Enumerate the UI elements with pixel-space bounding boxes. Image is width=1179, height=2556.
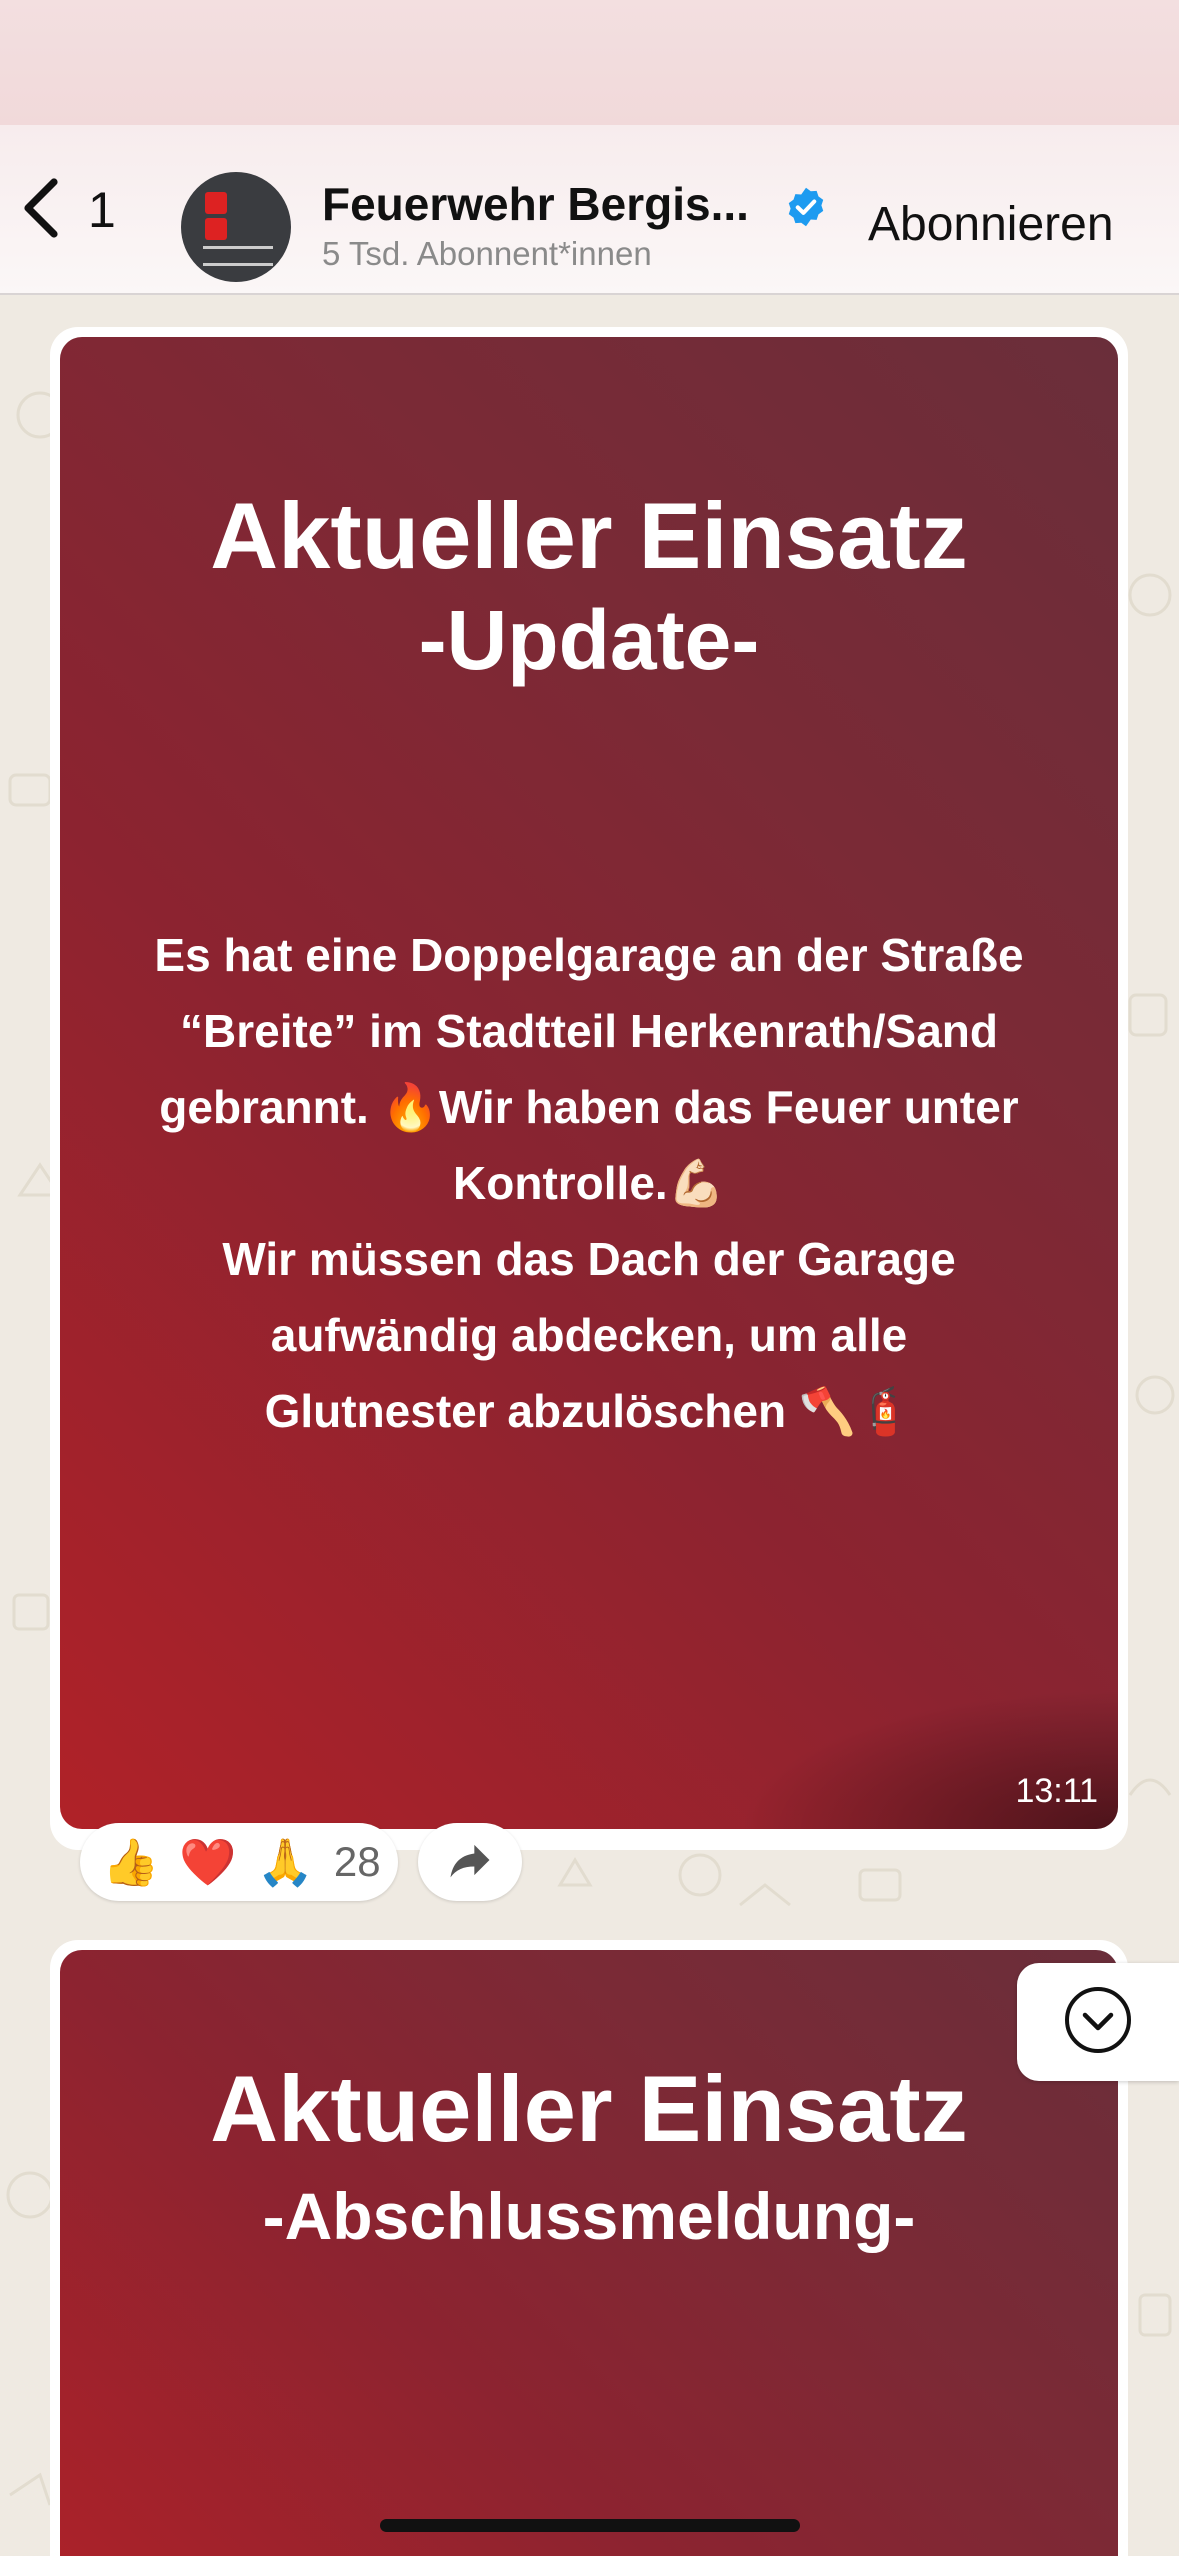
thumbs-up-reaction: 👍 (102, 1836, 160, 1888)
home-indicator[interactable] (380, 2519, 800, 2532)
post-body-line: “Breite” im Stadtteil Herkenrath/Sand (180, 1005, 998, 1057)
post-body-line: Kontrolle.💪🏻 (453, 1157, 725, 1209)
status-bar (0, 0, 1179, 125)
subscriber-count: 5 Tsd. Abonnent*innen (322, 235, 652, 272)
unread-count: 1 (88, 182, 116, 238)
post-body-line: Glutnester abzulöschen 🪓🧯 (264, 1385, 914, 1437)
post-body-line: Wir müssen das Dach der Garage (222, 1233, 956, 1285)
post-body-line: aufwändig abdecken, um alle (270, 1309, 908, 1361)
heart-reaction: ❤️ (179, 1836, 237, 1888)
scroll-to-bottom-button[interactable] (1017, 1963, 1179, 2081)
logo-mark-top (205, 192, 227, 214)
chevron-left-icon (18, 176, 66, 245)
post-body-line: Es hat eine Doppelgarage an der Straße (154, 929, 1024, 981)
post-title: Aktueller Einsatz (210, 2056, 968, 2161)
channel-header: 1 Feuerwehr Bergis... 5 Tsd. Abonnent*in… (0, 125, 1179, 295)
chat-area[interactable]: Aktueller Einsatz -Update- Es hat eine D… (0, 295, 1179, 2556)
channel-name[interactable]: Feuerwehr Bergis... (322, 177, 749, 231)
forward-arrow-icon (444, 1834, 496, 1891)
logo-mark-bottom (205, 218, 227, 240)
subscribe-button[interactable]: Abonnieren (868, 197, 1114, 252)
post-image[interactable]: Aktueller Einsatz -Abschlussmeldung- (60, 1950, 1118, 2556)
post-subtitle: -Abschlussmeldung- (262, 2179, 916, 2253)
reaction-count: 28 (333, 1838, 381, 1885)
verified-badge-icon (784, 185, 828, 229)
post-title: Aktueller Einsatz (210, 483, 968, 588)
channel-post[interactable]: Aktueller Einsatz -Update- Es hat eine D… (50, 327, 1128, 1850)
pray-reaction: 🙏 (256, 1836, 314, 1888)
post-image[interactable]: Aktueller Einsatz -Update- Es hat eine D… (60, 337, 1118, 1829)
reactions-pill[interactable]: 👍 ❤️ 🙏 28 (80, 1823, 398, 1901)
forward-button[interactable] (418, 1823, 522, 1901)
chevron-down-circle-icon (1063, 1985, 1133, 2060)
channel-post[interactable]: Aktueller Einsatz -Abschlussmeldung- (50, 1940, 1128, 2556)
post-subtitle: -Update- (418, 593, 760, 687)
logo-text-lines (203, 246, 273, 266)
channel-avatar[interactable] (181, 172, 291, 282)
back-button[interactable]: 1 (18, 175, 128, 245)
post-body-line: gebrannt. 🔥Wir haben das Feuer unter (159, 1081, 1019, 1133)
post-body: Es hat eine Doppelgarage an der Straße “… (130, 917, 1048, 1449)
message-time: 13:11 (1015, 1772, 1098, 1810)
